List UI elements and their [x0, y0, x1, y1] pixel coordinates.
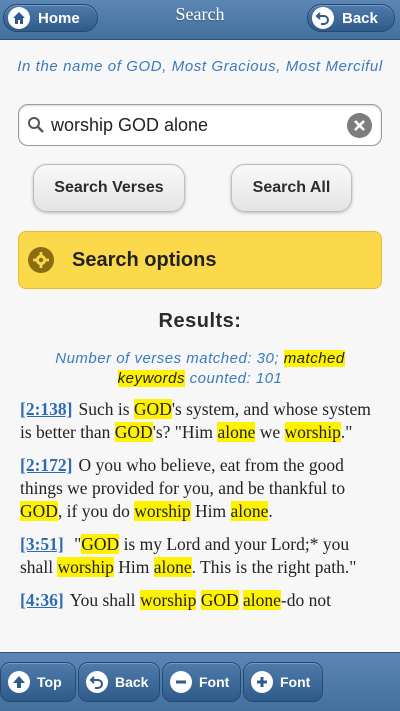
minus-icon	[170, 671, 192, 693]
gear-icon	[28, 247, 54, 273]
keyword-highlight: alone	[243, 590, 281, 610]
verse-text: ."	[340, 422, 353, 442]
verse-item: [2:172] O you who believe, eat from the g…	[20, 454, 382, 523]
verse-reference-link[interactable]: [2:138]	[20, 399, 72, 419]
search-options-toggle[interactable]: Search options	[18, 231, 382, 289]
keyword-highlight: alone	[153, 557, 192, 577]
footer-bar: Top Back Font Font	[0, 652, 400, 711]
results-count: Number of verses matched: 30; matched ke…	[28, 349, 372, 389]
verse-item: [2:138] Such is GOD's system, and whose s…	[20, 398, 382, 444]
verse-reference-link[interactable]: [2:172]	[20, 455, 72, 475]
verse-item: [4:36] You shall worship GOD alone-do not	[20, 589, 382, 612]
back-button-label: Back	[342, 9, 378, 27]
footer-back-button[interactable]: Back	[78, 662, 160, 702]
keyword-highlight: GOD	[114, 422, 153, 442]
verse-reference-link[interactable]: [3:51]	[20, 534, 64, 554]
top-button[interactable]: Top	[0, 662, 76, 702]
verse-text: You shall	[69, 590, 140, 610]
search-field[interactable]	[18, 104, 382, 146]
back-arrow-icon	[312, 7, 334, 29]
verse-text: we	[255, 422, 285, 442]
verse-text: . This is the right path."	[191, 557, 357, 577]
keyword-highlight: worship	[134, 501, 191, 521]
verse-text: Him	[190, 501, 231, 521]
verse-item: [3:51] "GOD is my Lord and your Lord;* y…	[20, 533, 382, 579]
keyword-highlight: GOD	[133, 399, 172, 419]
search-verses-button[interactable]: Search Verses	[33, 164, 185, 212]
font-decrease-label: Font	[199, 674, 230, 690]
results-count-prefix: Number of verses matched: 30;	[55, 350, 284, 367]
verse-text: .	[268, 501, 273, 521]
results-heading: Results:	[158, 310, 242, 332]
verse-text: -do not	[280, 590, 331, 610]
verse-text: Such is	[78, 399, 134, 419]
keyword-highlight: worship	[139, 590, 197, 610]
search-all-button[interactable]: Search All	[231, 164, 352, 212]
bismillah-text: In the name of GOD, Most Gracious, Most …	[17, 58, 383, 75]
keyword-highlight: worship	[284, 422, 341, 442]
back-arrow-icon	[86, 671, 108, 693]
arrow-up-icon	[8, 671, 30, 693]
back-button[interactable]: Back	[307, 4, 395, 32]
verse-text: 's? "Him	[152, 422, 218, 442]
keyword-highlight: worship	[57, 557, 114, 577]
verse-text: Him	[113, 557, 154, 577]
clear-icon[interactable]	[347, 113, 372, 138]
keyword-highlight: GOD	[200, 590, 239, 610]
search-input[interactable]	[51, 112, 351, 138]
font-increase-button[interactable]: Font	[243, 662, 323, 702]
footer-back-button-label: Back	[115, 674, 149, 690]
verse-list: [2:138] Such is GOD's system, and whose s…	[20, 398, 382, 622]
search-options-label: Search options	[72, 248, 217, 271]
search-icon	[27, 116, 45, 139]
keyword-highlight: alone	[230, 501, 269, 521]
verse-text: , if you do	[57, 501, 135, 521]
keyword-highlight: GOD	[81, 534, 120, 554]
results-count-suffix: counted: 101	[184, 370, 283, 387]
header-bar: Home Search Back	[0, 0, 400, 40]
font-increase-label: Font	[280, 674, 311, 690]
verse-reference-link[interactable]: [4:36]	[20, 590, 64, 610]
keyword-highlight: GOD	[20, 501, 58, 521]
font-decrease-button[interactable]: Font	[162, 662, 241, 702]
verse-text: "	[69, 534, 82, 554]
top-button-label: Top	[37, 674, 62, 690]
keyword-highlight: alone	[217, 422, 256, 442]
plus-icon	[251, 671, 273, 693]
